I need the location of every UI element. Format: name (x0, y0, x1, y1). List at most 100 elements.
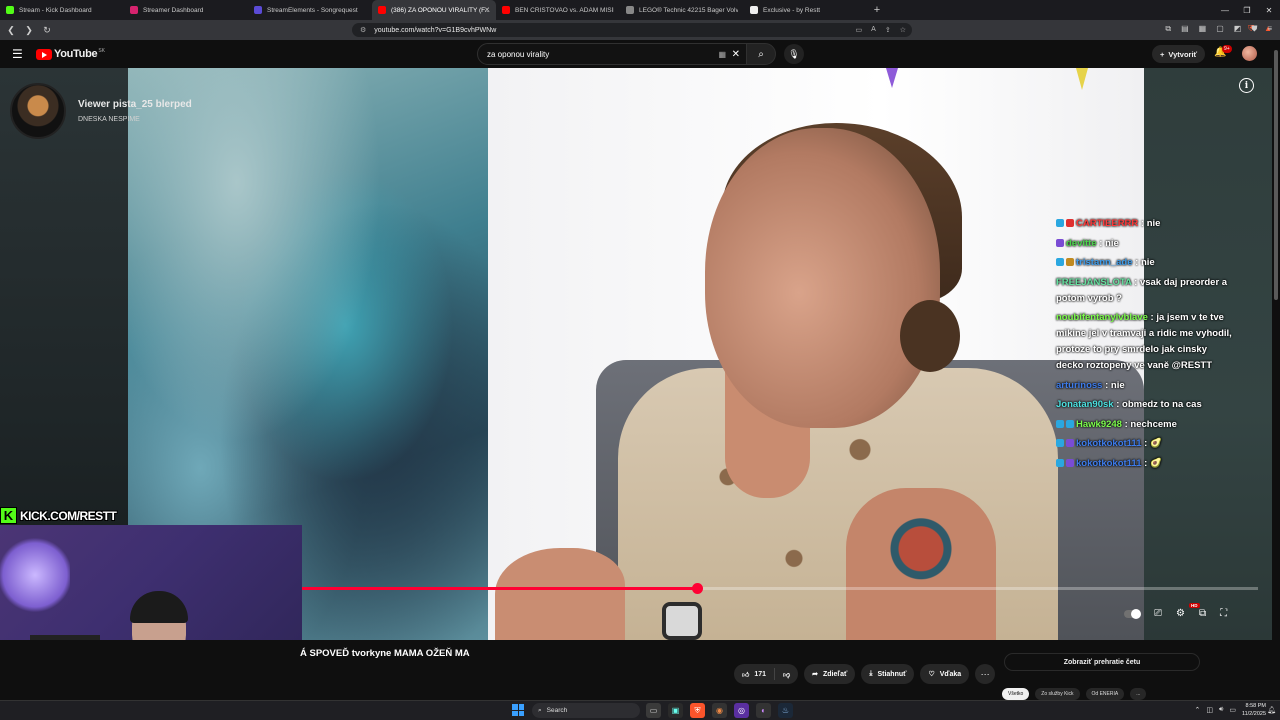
thumbs-up-icon: 👍︎ (742, 671, 750, 679)
show-chat-replay-button[interactable]: Zobraziť prehratie četu (1004, 653, 1200, 671)
discord-icon[interactable]: ◐ (756, 703, 771, 718)
filter-chip[interactable]: Od ENERIA (1085, 688, 1125, 700)
translate-icon[interactable]: A (871, 26, 876, 34)
browser-tab[interactable]: (386) ZA OPONOU VIRALITY (F... ✕ (372, 0, 496, 20)
share-button[interactable]: ➦ Zdieľať (804, 664, 856, 684)
system-clock[interactable]: 8:58 PM 11/2/2025 (1242, 702, 1266, 718)
settings-gear-icon[interactable]: ⚙ (1176, 608, 1185, 619)
alert-title: Viewer pista_25 blerped (78, 99, 192, 110)
minimize-icon[interactable]: — (1214, 6, 1236, 15)
volume-icon[interactable]: 🔊︎ (1219, 706, 1223, 714)
browser-tab[interactable]: BEN CRISTOVAO vs. ADAM MIŠÍK na (496, 0, 620, 20)
notification-center-icon[interactable]: 🔔︎ (1267, 706, 1276, 714)
video-details: Á SPOVEĎ tvorkyne MAMA OŽEŇ MA 👍︎ 171 👎︎ … (0, 640, 1280, 700)
vpn-icon[interactable]: ⛊ (1251, 24, 1257, 34)
filter-chip[interactable]: Zo služby Kick (1035, 688, 1080, 700)
file-explorer-icon[interactable]: ▭ (646, 703, 661, 718)
steam-icon[interactable]: ♨ (778, 703, 793, 718)
search-input[interactable]: za oponou virality ▦ ✕ (477, 43, 747, 65)
start-button[interactable] (512, 704, 524, 716)
download-button[interactable]: ⤓ Stiahnuť (861, 664, 915, 684)
more-actions-button[interactable]: ⋯ (975, 664, 996, 684)
chat-text: 🥑 (1149, 457, 1162, 469)
page-scrollbar[interactable] (1272, 40, 1280, 700)
chat-message: arturinoss : nie (1056, 378, 1232, 394)
chat-separator: : (1141, 457, 1150, 469)
site-info-icon[interactable]: ⚙ (360, 26, 366, 34)
download-icon: ⤓ (869, 670, 873, 677)
browser-tab[interactable]: LEGO® Technic 42215 Bager Volvo E (620, 0, 744, 20)
account-avatar[interactable] (1242, 46, 1257, 61)
network-icon[interactable]: ◫ (1206, 706, 1213, 714)
keyboard-icon[interactable]: ▦ (718, 50, 726, 59)
cast-icon[interactable]: ▭ (856, 26, 863, 34)
browser-tab[interactable]: StreamElements - Songrequest (248, 0, 372, 20)
brave-browser-icon[interactable]: ⛨ (690, 703, 705, 718)
new-tab-button[interactable]: + (870, 4, 884, 16)
guide-menu-icon[interactable]: ☰ (12, 47, 23, 61)
search-button[interactable]: ⌕ (746, 43, 776, 65)
terminal-icon[interactable]: ▣ (668, 703, 683, 718)
obs-icon[interactable]: ◎ (734, 703, 749, 718)
address-bar[interactable]: ⚙ youtube.com/watch?v=G1B9cvhPWNw ▭ A ⇪ … (352, 23, 912, 37)
taskbar-search-label: Search (546, 707, 568, 714)
thanks-button[interactable]: ♡ Vďaka (920, 664, 970, 684)
progress-bar[interactable] (302, 583, 1258, 594)
chat-text: nie (1146, 218, 1161, 229)
restore-icon[interactable]: ❐ (1236, 6, 1258, 15)
clock-time: 8:58 PM (1245, 703, 1266, 709)
browser-tab[interactable]: Streamer Dashboard (124, 0, 248, 20)
battery-icon[interactable]: ▭ (1229, 706, 1236, 714)
tab-favicon-icon (502, 6, 510, 14)
create-label: Vytvoriť (1168, 49, 1198, 59)
chat-badge-icon (1066, 419, 1074, 428)
clear-search-icon[interactable]: ✕ (732, 49, 740, 60)
autoplay-toggle[interactable] (1124, 608, 1141, 619)
recommendation-chips: Všetko Zo služby Kick Od ENERIA... (1002, 688, 1147, 700)
tab-close-icon[interactable]: ✕ (484, 6, 490, 14)
wallet-icon[interactable]: ◩ (1234, 24, 1242, 34)
chat-message: Jonatan90sk : obmedz to na cas (1056, 397, 1232, 413)
smartwatch (662, 602, 702, 640)
info-icon[interactable]: i (1239, 78, 1254, 93)
miniplayer-icon[interactable]: ⧉ (1199, 608, 1206, 619)
microphone-icon: 🎙 (788, 48, 800, 59)
kick-logo-icon: K (0, 507, 17, 524)
filter-chip[interactable]: Všetko (1002, 688, 1030, 700)
chat-text: nie (1105, 237, 1119, 249)
tray-chevron-icon[interactable]: ⌃ (1194, 706, 1200, 714)
share-icon[interactable]: ⇪ (885, 26, 891, 34)
tab-favicon-icon (626, 6, 634, 14)
chrome-icon[interactable]: ◉ (712, 703, 727, 718)
forward-icon[interactable]: ❯ (22, 25, 36, 36)
filter-chip[interactable]: ... (1130, 688, 1147, 700)
extensions-icon[interactable]: ⧉ (1165, 24, 1171, 34)
browser-tab[interactable]: Exclusive - by Restt (744, 0, 868, 20)
plus-icon: + (1160, 49, 1165, 59)
progress-played (302, 587, 697, 590)
like-button[interactable]: 👍︎ 171 (734, 668, 776, 680)
scrollbar-thumb[interactable] (1274, 50, 1278, 300)
window-split-icon[interactable]: ▢ (1216, 24, 1224, 34)
browser-tab[interactable]: Stream - Kick Dashboard (0, 0, 124, 20)
reload-icon[interactable]: ↻ (40, 25, 54, 36)
progress-scrubber[interactable] (692, 583, 703, 594)
dislike-button[interactable]: 👎︎ (775, 670, 798, 679)
tab-title: Streamer Dashboard (143, 6, 204, 14)
close-window-icon[interactable]: ✕ (1258, 6, 1280, 15)
menu-icon[interactable]: ≡ (1267, 24, 1272, 34)
youtube-logo[interactable]: YouTube SK (36, 48, 105, 60)
back-icon[interactable]: ❮ (4, 25, 18, 36)
fullscreen-icon[interactable]: ⛶ (1220, 608, 1227, 619)
taskbar-search[interactable]: ⌕ Search (532, 703, 640, 718)
sidebar-icon[interactable]: ▤ (1181, 24, 1189, 34)
tab-title: BEN CRISTOVAO vs. ADAM MIŠÍK na (515, 6, 614, 14)
bookmark-star-icon[interactable]: ☆ (900, 26, 906, 34)
browser-tab-strip: Stream - Kick Dashboard Streamer Dashboar… (0, 0, 1280, 20)
reading-list-icon[interactable]: ▦ (1199, 24, 1207, 34)
voice-search-button[interactable]: 🎙 (784, 44, 804, 64)
thanks-icon: ♡ (928, 671, 935, 678)
create-button[interactable]: + Vytvoriť (1152, 45, 1206, 63)
tab-favicon-icon (750, 6, 758, 14)
subtitles-icon[interactable]: ⎚ (1154, 608, 1162, 619)
